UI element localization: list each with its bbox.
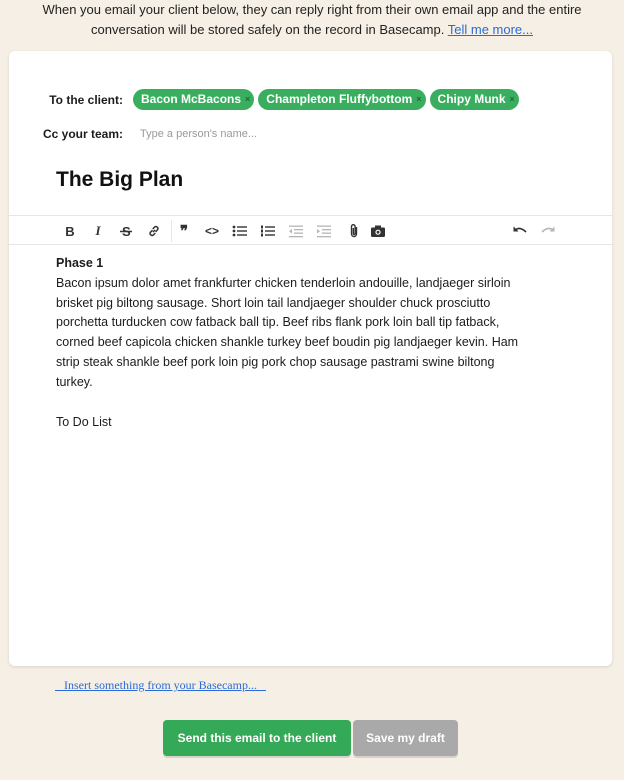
numbered-list-icon[interactable] [257,221,279,241]
send-email-button[interactable]: Send this email to the client [163,720,351,756]
bold-icon[interactable]: B [59,221,81,241]
quote-icon[interactable]: ❞ [173,221,195,241]
strikethrough-icon[interactable]: S [115,221,137,241]
italic-icon[interactable]: I [87,221,109,241]
body-line: strip steak shankle beef pork loin pig p… [56,354,495,369]
intro-line-2: conversation will be stored safely on th… [0,20,624,40]
recipient-chip[interactable]: Champleton Fluffybottom × [258,89,426,110]
save-draft-button[interactable]: Save my draft [353,720,458,756]
recipient-chip[interactable]: Bacon McBacons × [133,89,255,110]
insert-from-basecamp-link[interactable]: Insert something from your Basecamp... [55,678,266,693]
cc-team-input[interactable] [140,128,440,140]
attachment-icon[interactable] [343,221,365,241]
body-paragraph: Bacon ipsum dolor amet frankfurter chick… [56,274,556,393]
email-body-editor[interactable]: Phase 1 Bacon ipsum dolor amet frankfurt… [56,254,556,432]
remove-recipient-icon[interactable]: × [510,89,515,110]
outdent-icon[interactable] [285,221,307,241]
email-composer-card: To the client: Bacon McBacons × Champlet… [9,51,612,666]
recipient-chips: Bacon McBacons × Champleton Fluffybottom… [133,89,519,110]
intro-line-1: When you email your client below, they c… [42,2,582,17]
todo-list-label: To Do List [56,414,112,429]
remove-recipient-icon[interactable]: × [416,89,421,110]
intro-text: When you email your client below, they c… [0,0,624,40]
body-line: Bacon ipsum dolor amet frankfurter chick… [56,275,511,290]
recipient-chip-name: Champleton Fluffybottom [266,92,413,106]
toolbar-divider [171,220,172,242]
email-subject[interactable]: The Big Plan [56,168,183,192]
code-icon[interactable]: <> [201,221,223,241]
body-line: turkey. [56,374,93,389]
recipient-chip-name: Chipy Munk [437,92,506,106]
body-line: brisket pig biltong sausage. Short loin … [56,295,491,310]
to-field-label: To the client: [49,92,123,107]
undo-icon[interactable] [509,221,531,241]
link-icon[interactable] [143,221,165,241]
redo-icon[interactable] [537,221,559,241]
cc-field-row: Cc your team: [9,127,612,141]
indent-icon[interactable] [313,221,335,241]
to-field-row: To the client: Bacon McBacons × Champlet… [9,89,612,110]
recipient-chip[interactable]: Chipy Munk × [429,89,519,110]
editor-toolbar: B I S ❞ <> [9,215,612,245]
bullet-list-icon[interactable] [229,221,251,241]
body-heading: Phase 1 [56,256,104,270]
cc-field-label: Cc your team: [42,127,123,141]
remove-recipient-icon[interactable]: × [245,89,250,110]
camera-icon[interactable] [367,221,389,241]
intro-line-2-text: conversation will be stored safely on th… [91,22,445,37]
body-line: corned beef capicola chicken shankle tur… [56,335,519,350]
body-line: porchetta turducken cow fatback ball tip… [56,315,500,330]
tell-me-more-link[interactable]: Tell me more... [448,22,533,37]
recipient-chip-name: Bacon McBacons [141,92,242,106]
